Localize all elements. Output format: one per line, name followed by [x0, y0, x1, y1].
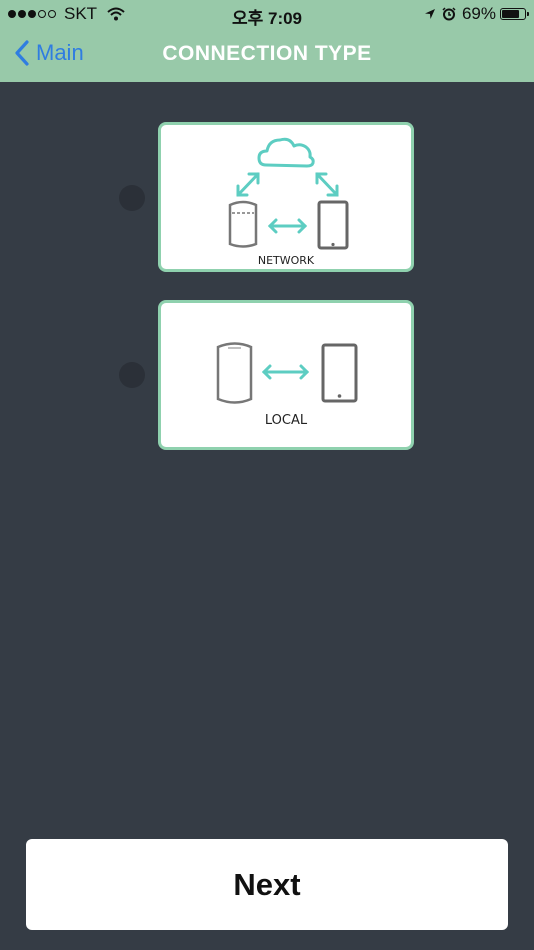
status-right: 69%: [418, 4, 529, 24]
battery-percent: 69%: [461, 4, 496, 23]
battery-level: [502, 10, 519, 18]
option-network-card[interactable]: NETWORK: [158, 122, 414, 272]
speaker-icon: [216, 342, 253, 404]
arrow-cloud-phone-icon: [315, 172, 339, 197]
arrow-speaker-phone-icon: [267, 218, 308, 234]
next-button[interactable]: Next: [26, 839, 508, 930]
option-network-label: NETWORK: [257, 254, 315, 267]
location-arrow-icon: [424, 8, 436, 20]
radio-network[interactable]: [119, 185, 145, 211]
cloud-icon: [257, 137, 315, 168]
alarm-icon: [442, 7, 456, 21]
radio-local[interactable]: [119, 362, 145, 388]
phone-icon: [321, 343, 358, 403]
battery-cap: [527, 12, 529, 16]
status-bar: SKT 오후 7:09 69%: [0, 0, 534, 28]
navigation-bar: Main CONNECTION TYPE: [0, 28, 534, 82]
speaker-icon: [228, 200, 258, 248]
option-local-card[interactable]: LOCAL: [158, 300, 414, 450]
network-illustration: [228, 137, 349, 250]
next-button-label: Next: [233, 866, 301, 902]
arrow-cloud-speaker-icon: [236, 172, 260, 197]
battery-icon: [500, 8, 529, 20]
phone-icon: [317, 200, 349, 250]
page-title: CONNECTION TYPE: [162, 42, 372, 65]
option-local-label: LOCAL: [264, 413, 308, 428]
arrow-speaker-phone-icon: [261, 364, 310, 380]
